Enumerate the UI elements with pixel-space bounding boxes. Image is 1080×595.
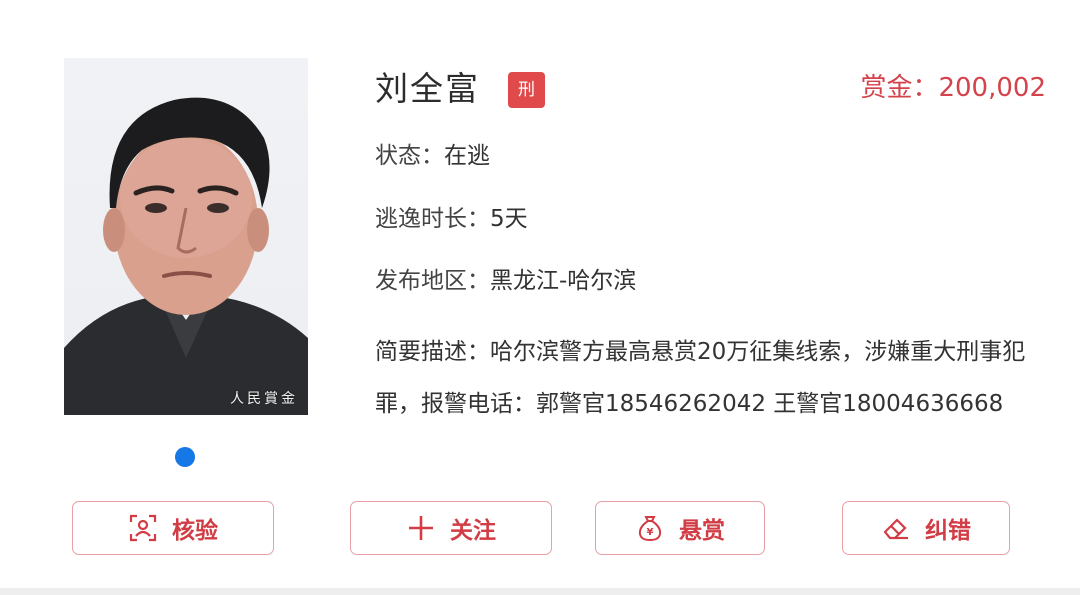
follow-button-label: 关注 xyxy=(450,518,496,544)
follow-button[interactable]: 关注 xyxy=(350,501,552,555)
bottom-divider xyxy=(0,588,1080,595)
status-value: 在逃 xyxy=(444,143,490,169)
duration-label: 逃逸时长： xyxy=(375,206,490,232)
region-label: 发布地区： xyxy=(375,268,490,294)
carousel-indicator-dot[interactable] xyxy=(175,447,195,467)
suspect-name: 刘全富 xyxy=(375,69,480,108)
reward-value: 200,002 xyxy=(938,73,1046,103)
status-row: 状态：在逃 xyxy=(375,139,490,173)
portrait-image xyxy=(64,97,308,415)
svg-text:¥: ¥ xyxy=(647,527,654,538)
criminal-badge: 刑 xyxy=(508,72,545,108)
region-row: 发布地区：黑龙江-哈尔滨 xyxy=(375,264,636,298)
description-label: 简要描述： xyxy=(375,339,490,365)
correction-button-label: 纠错 xyxy=(925,518,971,544)
status-label: 状态： xyxy=(375,143,444,169)
money-bag-icon: ¥ xyxy=(635,513,665,543)
verify-button-label: 核验 xyxy=(172,518,218,544)
duration-row: 逃逸时长：5天 xyxy=(375,202,528,236)
reward-button[interactable]: ¥ 悬赏 xyxy=(595,501,765,555)
reward-button-label: 悬赏 xyxy=(679,518,725,544)
eraser-icon xyxy=(881,513,911,543)
reward-amount: 赏金：200,002 xyxy=(860,68,1046,108)
reward-label: 赏金： xyxy=(860,73,939,103)
duration-value: 5天 xyxy=(490,206,528,232)
description-block: 简要描述：哈尔滨警方最高悬赏20万征集线索，涉嫌重大刑事犯罪，报警电话：郭警官1… xyxy=(375,326,1065,430)
verify-person-icon xyxy=(128,513,158,543)
plus-icon xyxy=(406,513,436,543)
suspect-photo[interactable]: 人民賞金 xyxy=(64,58,308,415)
region-value: 黑龙江-哈尔滨 xyxy=(490,268,637,294)
verify-button[interactable]: 核验 xyxy=(72,501,274,555)
correction-button[interactable]: 纠错 xyxy=(842,501,1010,555)
photo-watermark: 人民賞金 xyxy=(230,391,298,407)
